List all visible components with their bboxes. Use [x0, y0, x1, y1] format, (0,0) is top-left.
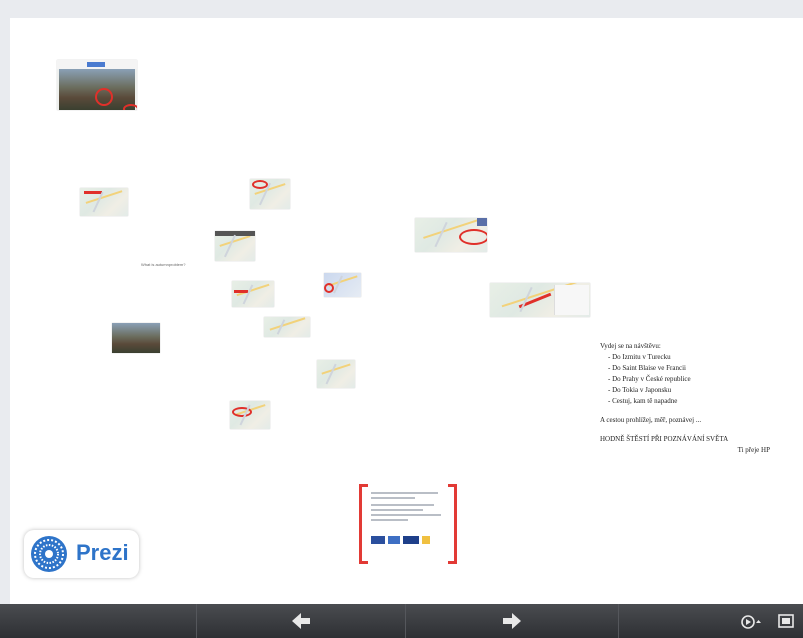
photo-thumbnail[interactable] — [112, 323, 160, 353]
street-view-thumbnail[interactable] — [57, 60, 137, 110]
prezi-canvas[interactable]: What is autumnproblem? Vydej se na návšt… — [10, 18, 803, 604]
arrow-left-icon — [291, 613, 310, 629]
bracket-right — [448, 484, 457, 564]
destination-item: Cestuj, kam tě napadne — [608, 396, 770, 407]
map-thumbnail[interactable] — [324, 273, 361, 297]
map-thumbnail[interactable] — [232, 281, 274, 307]
map-thumbnail[interactable] — [80, 188, 128, 216]
highlight-circle — [95, 88, 113, 106]
next-step-button[interactable] — [405, 604, 618, 638]
map-thumbnail[interactable] — [264, 317, 310, 337]
player-toolbar — [0, 604, 803, 638]
highlight-circle — [324, 283, 334, 293]
map-widget — [477, 218, 487, 226]
destination-item: Do Izmitu v Turecku — [608, 352, 770, 363]
highlight-arrow — [518, 292, 552, 309]
bracket-left — [359, 484, 368, 564]
thumbnail-header — [215, 231, 255, 236]
prezi-wordmark: Prezi — [76, 540, 129, 565]
arrow-right-icon — [502, 613, 521, 629]
destination-list: Do Izmitu v Turecku Do Saint Blaise ve F… — [600, 352, 770, 407]
destination-item: Do Prahy v České republice — [608, 374, 770, 385]
map-thumbnail-large[interactable] — [490, 283, 590, 317]
fullscreen-button[interactable] — [772, 604, 800, 638]
map-thumbnail[interactable] — [317, 360, 355, 388]
highlight-circle — [252, 180, 268, 189]
info-heading: Vydej se na návštěvu: — [600, 342, 661, 350]
highlight-circle — [123, 104, 137, 110]
document-frame[interactable] — [359, 484, 457, 564]
info-note: A cestou prohlížej, měř, poznávej ... — [600, 416, 702, 424]
highlight-mark — [84, 191, 102, 194]
map-thumbnail[interactable] — [215, 231, 255, 261]
map-info-panel — [554, 285, 589, 315]
prezi-mark-icon — [31, 536, 67, 572]
autoplay-timer-icon — [741, 615, 761, 629]
info-text-block: Vydej se na návštěvu: Do Izmitu v Tureck… — [600, 341, 770, 456]
document-text-lines — [371, 492, 445, 524]
info-wish: HODNĚ ŠTĚSTÍ PŘI POZNÁVÁNÍ SVĚTA — [600, 435, 729, 443]
fullscreen-icon — [778, 614, 794, 628]
map-thumbnail[interactable] — [230, 401, 270, 429]
highlight-circle — [459, 229, 487, 245]
highlight-mark — [234, 290, 248, 293]
info-signature: Ti přeje HP — [737, 446, 770, 454]
destination-item: Do Saint Blaise ve Francii — [608, 363, 770, 374]
previous-step-button[interactable] — [196, 604, 405, 638]
autoplay-button[interactable] — [736, 604, 766, 638]
prezi-logo[interactable]: Prezi — [24, 530, 139, 578]
question-caption: What is autumnproblem? — [141, 262, 186, 267]
map-thumbnail-large[interactable] — [415, 218, 487, 252]
presentation-frame: What is autumnproblem? Vydej se na návšt… — [0, 0, 803, 638]
sponsor-logos — [371, 536, 445, 546]
destination-item: Do Tokia v Japonsku — [608, 385, 770, 396]
street-view-toolbar — [57, 60, 137, 69]
map-thumbnail[interactable] — [250, 179, 290, 209]
highlight-circle — [232, 407, 252, 417]
